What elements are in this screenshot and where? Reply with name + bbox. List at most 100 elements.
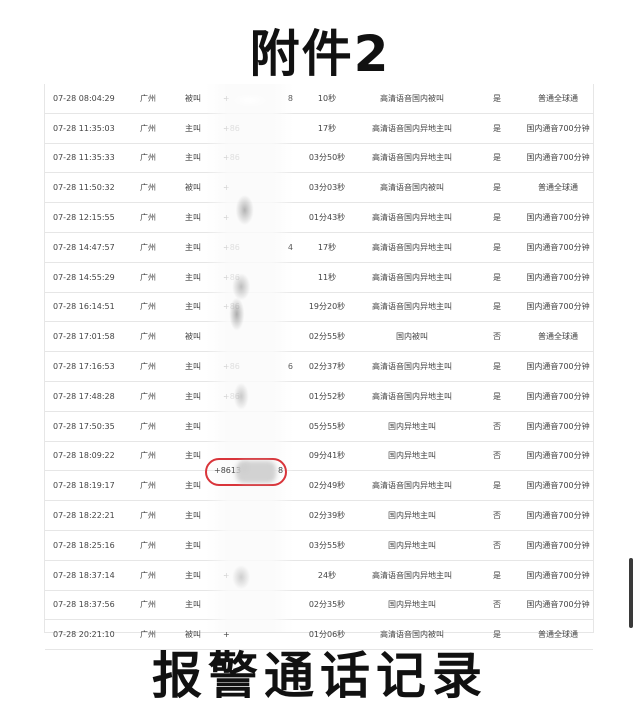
record-city: 广州: [125, 202, 171, 233]
record-city: 广州: [125, 113, 171, 144]
record-duration: 05分55秒: [301, 411, 353, 442]
record-package: 国内通音700分钟: [523, 470, 593, 502]
record-call-type: 高清语音国内异地主叫: [353, 381, 471, 412]
record-call-type: 高清语音国内异地主叫: [353, 470, 471, 502]
record-time: 07-28 18:37:56: [45, 590, 125, 621]
table-row: 07-28 18:19:17 广州 主叫 02分49秒 高清语音国内异地主叫是国内通音7…: [45, 470, 593, 502]
record-package: 普通全球通: [523, 321, 593, 353]
record-time: 07-28 18:09:22: [45, 441, 125, 472]
record-package: 国内通音700分钟: [523, 113, 593, 144]
scrollbar[interactable]: [629, 558, 633, 628]
table-row: 07-28 11:50:32广州被叫+03分03秒高清语音国内被叫是普通全球通: [45, 172, 593, 204]
record-time: 07-28 17:01:58: [45, 321, 125, 353]
record-city: 广州: [125, 411, 171, 442]
record-duration: 03分55秒: [301, 530, 353, 561]
record-time: 07-28 14:55:29: [45, 262, 125, 293]
record-duration: 03分03秒: [301, 172, 353, 204]
record-city: 广州: [125, 441, 171, 472]
record-package: 普通全球通: [523, 84, 593, 114]
record-duration: 02分37秒: [301, 351, 353, 382]
record-roaming: 是: [471, 84, 523, 114]
table-row: 07-28 18:37:56 广州 主叫 02分35秒 国内异地主叫否国内通音700分钟: [45, 590, 593, 621]
record-roaming: 是: [471, 262, 523, 293]
record-roaming: 是: [471, 381, 523, 412]
table-row: 07-28 18:25:16 广州 主叫 03分55秒 国内异地主叫否国内通音700分钟: [45, 530, 593, 561]
record-package: 国内通音700分钟: [523, 530, 593, 561]
table-row: 07-28 17:48:28广州主叫+8601分52秒高清语音国内异地主叫是国内…: [45, 381, 593, 412]
record-duration: 02分35秒: [301, 590, 353, 621]
table-row: 07-28 14:47:57广州主叫+86417秒高清语音国内异地主叫是国内通音…: [45, 232, 593, 263]
record-call-type: 国内异地主叫: [353, 411, 471, 442]
record-package: 国内通音700分钟: [523, 202, 593, 233]
record-duration: 17秒: [301, 113, 353, 144]
record-roaming: 否: [471, 441, 523, 472]
table-row: 07-28 18:09:22 广州 主叫 09分41秒 国内异地主叫否国内通音700分钟: [45, 441, 593, 472]
record-time: 07-28 17:16:53: [45, 351, 125, 382]
record-call-type: 国内被叫: [353, 321, 471, 353]
record-call-type: 高清语音国内异地主叫: [353, 292, 471, 323]
record-roaming: 否: [471, 321, 523, 353]
record-city: 广州: [125, 590, 171, 621]
table-row: 07-28 11:35:33广州主叫+8603分50秒高清语音国内异地主叫是国内…: [45, 143, 593, 174]
table-row: 07-28 17:01:58 广州 被叫 02分55秒 国内被叫否普通全球通: [45, 321, 593, 353]
table-row: 07-28 12:15:55广州主叫+01分43秒高清语音国内异地主叫是国内通音…: [45, 202, 593, 233]
highlighted-number-suffix: 8: [278, 466, 284, 475]
record-call-type: 高清语音国内异地主叫: [353, 232, 471, 263]
record-roaming: 否: [471, 530, 523, 561]
record-duration: 11秒: [301, 262, 353, 293]
record-duration: 17秒: [301, 232, 353, 263]
record-time: 07-28 18:25:16: [45, 530, 125, 561]
record-call-type: 高清语音国内被叫: [353, 84, 471, 114]
record-duration: 24秒: [301, 560, 353, 591]
record-package: 国内通音700分钟: [523, 441, 593, 472]
record-roaming: 是: [471, 172, 523, 204]
record-package: 国内通音700分钟: [523, 232, 593, 263]
record-roaming: 是: [471, 232, 523, 263]
attachment-title: 附件2: [249, 25, 391, 83]
record-city: 广州: [125, 262, 171, 293]
record-package: 国内通音700分钟: [523, 500, 593, 531]
record-time: 07-28 12:15:55: [45, 202, 125, 233]
record-call-type: 高清语音国内被叫: [353, 172, 471, 204]
record-city: 广州: [125, 470, 171, 502]
record-call-type: 国内异地主叫: [353, 590, 471, 621]
record-package: 国内通音700分钟: [523, 292, 593, 323]
record-call-type: 国内异地主叫: [353, 530, 471, 561]
record-package: 国内通音700分钟: [523, 143, 593, 174]
table-row: 07-28 18:37:14广州主叫+24秒高清语音国内异地主叫是国内通音700…: [45, 560, 593, 591]
record-city: 广州: [125, 351, 171, 382]
record-roaming: 是: [471, 143, 523, 174]
call-records-table: 07-28 08:04:29广州被叫+810秒高清语音国内被叫是普通全球通07-…: [44, 84, 594, 651]
record-roaming: 否: [471, 411, 523, 442]
caption-title: 报警通话记录: [152, 647, 488, 705]
record-duration: 19分20秒: [301, 292, 353, 323]
record-roaming: 否: [471, 500, 523, 531]
record-duration: 10秒: [301, 84, 353, 114]
record-package: 国内通音700分钟: [523, 411, 593, 442]
record-call-type: 高清语音国内异地主叫: [353, 113, 471, 144]
record-package: 国内通音700分钟: [523, 351, 593, 382]
record-duration: 09分41秒: [301, 441, 353, 472]
record-time: 07-28 18:22:21: [45, 500, 125, 531]
table-row: 07-28 17:50:35 广州 主叫 05分55秒 国内异地主叫否国内通音700分钟: [45, 411, 593, 442]
record-roaming: 是: [471, 113, 523, 144]
record-city: 广州: [125, 172, 171, 204]
call-records-body: 07-28 08:04:29广州被叫+810秒高清语音国内被叫是普通全球通07-…: [45, 84, 593, 651]
record-call-type: 高清语音国内异地主叫: [353, 143, 471, 174]
record-roaming: 是: [471, 560, 523, 591]
record-call-type: 高清语音国内异地主叫: [353, 351, 471, 382]
record-package: 国内通音700分钟: [523, 381, 593, 412]
record-time: 07-28 18:19:17: [45, 470, 125, 502]
record-duration: 03分50秒: [301, 143, 353, 174]
record-city: 广州: [125, 84, 171, 114]
record-city: 广州: [125, 560, 171, 591]
table-row: 07-28 08:04:29广州被叫+810秒高清语音国内被叫是普通全球通: [45, 84, 593, 114]
record-package: 普通全球通: [523, 172, 593, 204]
record-roaming: 是: [471, 470, 523, 502]
record-city: 广州: [125, 530, 171, 561]
record-roaming: 是: [471, 292, 523, 323]
privacy-blur: [206, 84, 294, 632]
record-time: 07-28 08:04:29: [45, 84, 125, 114]
record-roaming: 否: [471, 590, 523, 621]
record-time: 07-28 18:37:14: [45, 560, 125, 591]
